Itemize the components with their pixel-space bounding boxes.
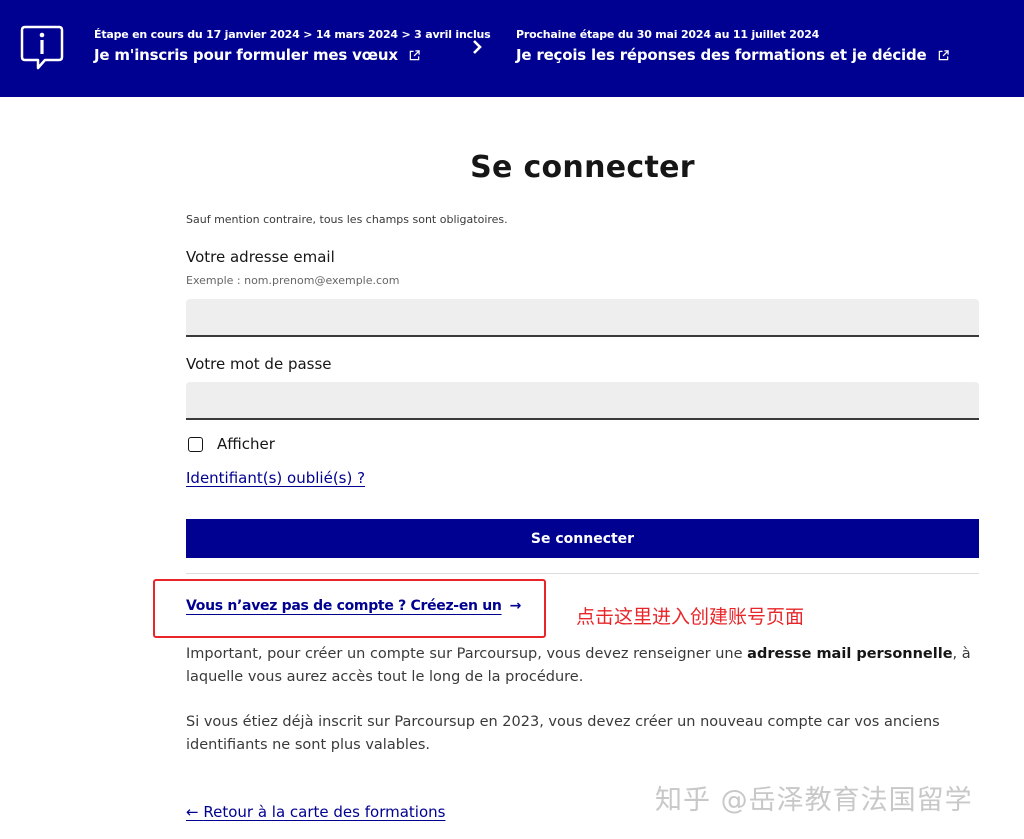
show-password-row[interactable]: Afficher — [188, 435, 275, 453]
show-password-label: Afficher — [217, 435, 275, 453]
important-notice: Important, pour créer un compte sur Parc… — [186, 643, 976, 689]
divider — [186, 573, 979, 574]
external-link-icon — [938, 50, 949, 61]
important-text-start: Important, pour créer un compte sur Parc… — [186, 646, 748, 662]
next-step-title: Je reçois les réponses des formations et… — [516, 46, 927, 64]
important-text-bold: adresse mail personnelle — [747, 646, 953, 662]
page-title: Se connecter — [470, 150, 695, 185]
next-step-dates: Prochaine étape du 30 mai 2024 au 11 jui… — [516, 28, 820, 41]
back-to-map-label: Retour à la carte des formations — [203, 803, 446, 821]
header-banner: Étape en cours du 17 janvier 2024 > 14 m… — [0, 0, 1024, 97]
password-label: Votre mot de passe — [186, 355, 332, 373]
email-input[interactable] — [186, 299, 979, 337]
current-step: Étape en cours du 17 janvier 2024 > 14 m… — [94, 28, 491, 64]
forgot-credentials-link[interactable]: Identifiant(s) oublié(s) ? — [186, 469, 365, 487]
arrow-left-icon: ← — [186, 803, 199, 821]
chevron-right-icon — [473, 40, 482, 54]
current-step-dates: Étape en cours du 17 janvier 2024 > 14 m… — [94, 28, 491, 41]
current-step-link[interactable]: Je m'inscris pour formuler mes vœux — [94, 46, 491, 64]
watermark: 知乎 @岳泽教育法国留学 — [655, 785, 973, 816]
annotation-highlight-box — [153, 579, 546, 638]
login-button[interactable]: Se connecter — [186, 519, 979, 558]
email-label: Votre adresse email — [186, 248, 335, 266]
password-input[interactable] — [186, 382, 979, 420]
email-hint: Exemple : nom.prenom@exemple.com — [186, 274, 400, 287]
next-step: Prochaine étape du 30 mai 2024 au 11 jui… — [516, 28, 949, 64]
back-to-map-link[interactable]: ← Retour à la carte des formations — [186, 803, 445, 821]
info-icon — [20, 25, 64, 70]
next-step-link[interactable]: Je reçois les réponses des formations et… — [516, 46, 949, 64]
show-password-checkbox[interactable] — [188, 436, 203, 452]
required-fields-hint: Sauf mention contraire, tous les champs … — [186, 213, 508, 226]
external-link-icon — [409, 50, 420, 61]
notice-2023: Si vous étiez déjà inscrit sur Parcoursu… — [186, 714, 940, 753]
annotation-note: 点击这里进入创建账号页面 — [576, 606, 805, 628]
current-step-title: Je m'inscris pour formuler mes vœux — [94, 46, 398, 64]
